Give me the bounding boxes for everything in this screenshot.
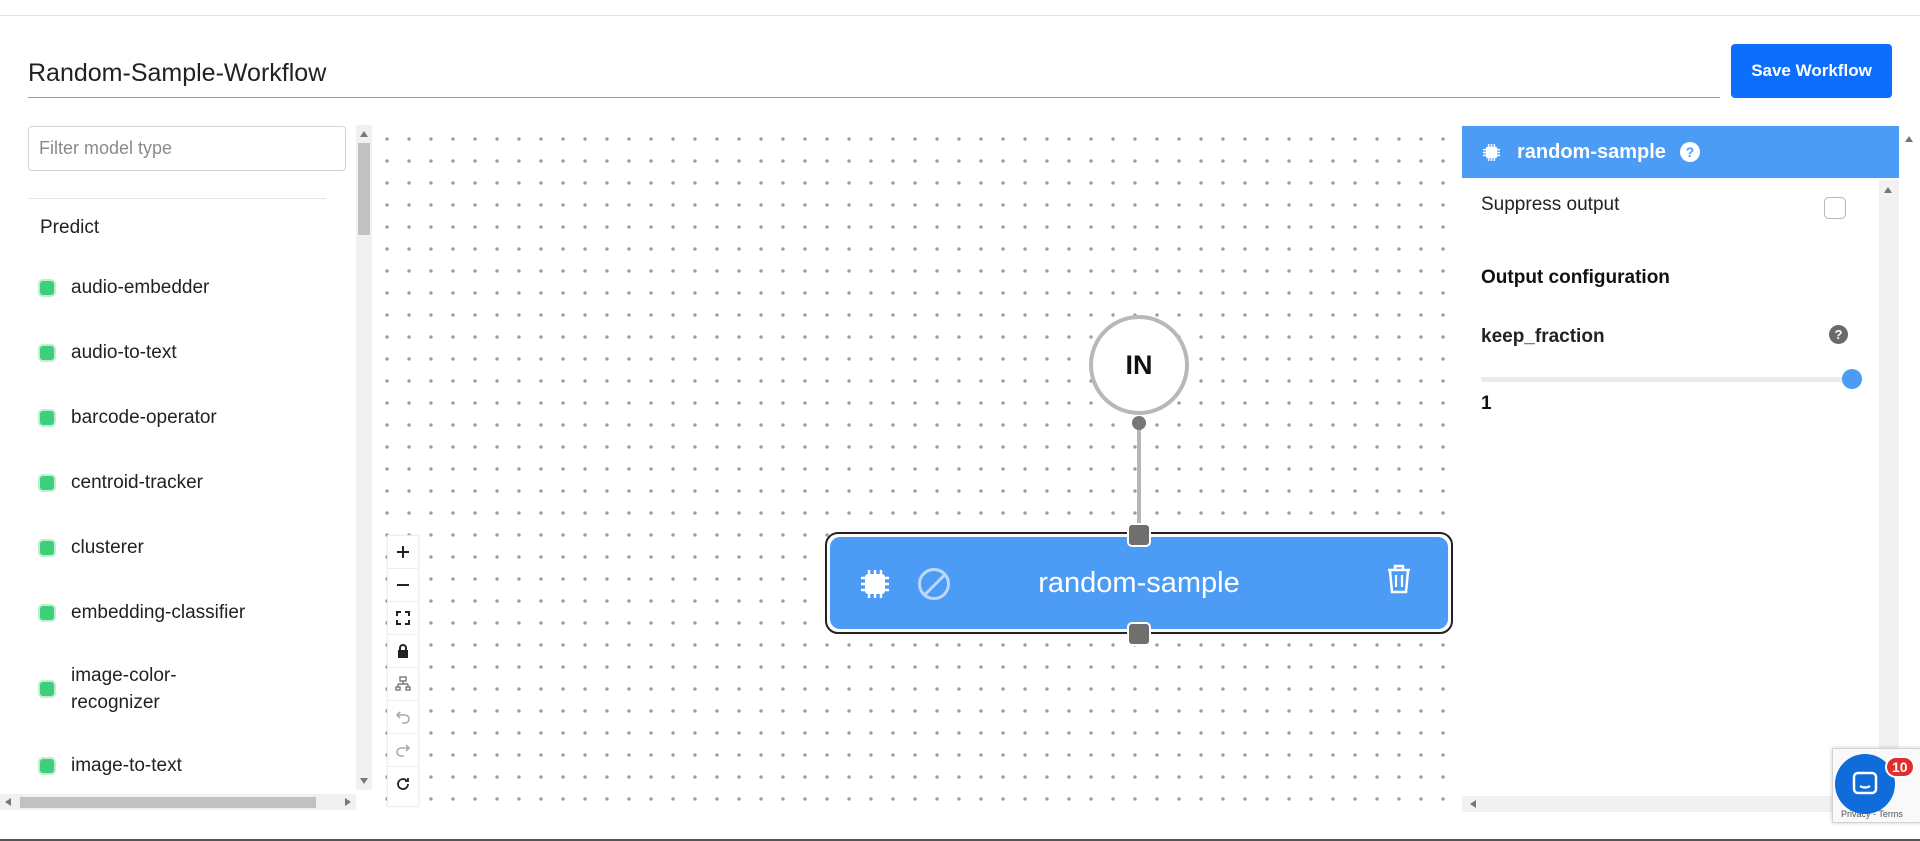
chip-icon bbox=[40, 605, 54, 620]
top-divider bbox=[0, 15, 1920, 16]
lock-button[interactable] bbox=[388, 635, 418, 668]
node-body: random-sample bbox=[830, 537, 1448, 629]
config-panel-scroll-track bbox=[1879, 180, 1899, 800]
scroll-left-arrow-icon[interactable] bbox=[1470, 800, 1476, 808]
filter-model-type-input[interactable] bbox=[28, 126, 346, 171]
keep-fraction-slider-track[interactable] bbox=[1481, 377, 1852, 382]
help-icon[interactable]: ? bbox=[1829, 325, 1848, 344]
undo-icon bbox=[395, 711, 410, 724]
node-input-handle[interactable] bbox=[1127, 523, 1151, 547]
sidebar-group-predict: Predict bbox=[40, 217, 100, 238]
reset-button[interactable] bbox=[388, 767, 418, 800]
chip-icon bbox=[40, 345, 54, 360]
scrollbar-thumb[interactable] bbox=[20, 797, 316, 808]
sidebar-item-label: image-to-text bbox=[71, 754, 182, 776]
sidebar-item-label: centroid-tracker bbox=[71, 471, 203, 493]
config-panel-title: random-sample bbox=[1517, 140, 1666, 163]
chip-icon bbox=[40, 758, 54, 773]
sidebar-item-image-color-recognizer[interactable]: image-color-recognizer bbox=[40, 645, 320, 733]
sidebar-horizontal-scrollbar[interactable] bbox=[0, 794, 356, 810]
canvas-controls bbox=[387, 535, 419, 807]
config-panel-vertical-scrollbar[interactable] bbox=[1884, 125, 1920, 785]
sidebar-item-label: clusterer bbox=[71, 536, 144, 558]
keep-fraction-slider-thumb[interactable] bbox=[1842, 369, 1862, 389]
zoom-in-button[interactable] bbox=[388, 536, 418, 569]
scroll-left-arrow-icon[interactable] bbox=[5, 798, 11, 806]
sidebar-item-label: audio-to-text bbox=[71, 341, 177, 363]
output-configuration-heading: Output configuration bbox=[1481, 267, 1670, 288]
sidebar-item-embedding-classifier[interactable]: embedding-classifier bbox=[40, 580, 320, 645]
model-type-sidebar: Predict audio-embedder audio-to-text bar… bbox=[0, 125, 372, 815]
chip-icon bbox=[1482, 143, 1501, 161]
suppress-output-checkbox[interactable] bbox=[1824, 197, 1846, 219]
chip-icon bbox=[40, 682, 54, 696]
zoom-out-button[interactable] bbox=[388, 569, 418, 602]
minus-icon bbox=[397, 584, 409, 586]
sidebar-item-centroid-tracker[interactable]: centroid-tracker bbox=[40, 450, 320, 515]
chip-icon bbox=[40, 540, 54, 555]
scroll-right-arrow-icon[interactable] bbox=[345, 798, 351, 806]
suppress-output-label: Suppress output bbox=[1481, 194, 1620, 215]
workflow-edge[interactable] bbox=[1137, 423, 1141, 535]
sidebar-item-label: barcode-operator bbox=[71, 406, 217, 428]
edge-source-handle[interactable] bbox=[1132, 416, 1146, 430]
auto-layout-button[interactable] bbox=[388, 668, 418, 701]
app-root: Save Workflow Predict audio-embedder aud… bbox=[0, 0, 1920, 841]
save-workflow-button[interactable]: Save Workflow bbox=[1731, 44, 1892, 98]
input-node-label: IN bbox=[1125, 349, 1153, 380]
scroll-up-arrow-icon[interactable] bbox=[1884, 187, 1892, 193]
workflow-canvas[interactable]: IN random-sample bbox=[373, 125, 1461, 815]
scroll-up-arrow-icon[interactable] bbox=[360, 131, 368, 137]
node-output-handle[interactable] bbox=[1127, 622, 1151, 646]
keep-fraction-label: keep_fraction bbox=[1481, 326, 1605, 347]
sidebar-item-audio-to-text[interactable]: audio-to-text bbox=[40, 320, 320, 385]
workflow-name-input[interactable] bbox=[28, 50, 1720, 98]
refresh-icon bbox=[397, 777, 409, 790]
chip-icon bbox=[40, 280, 54, 295]
sidebar-vertical-scrollbar[interactable] bbox=[356, 125, 372, 790]
redo-button[interactable] bbox=[388, 734, 418, 767]
scroll-up-arrow-icon[interactable] bbox=[1905, 136, 1913, 142]
plus-icon bbox=[397, 546, 409, 558]
random-sample-node[interactable]: random-sample bbox=[825, 532, 1453, 634]
chip-icon bbox=[40, 475, 54, 490]
node-title: random-sample bbox=[1038, 566, 1240, 599]
sidebar-item-barcode-operator[interactable]: barcode-operator bbox=[40, 385, 320, 450]
fit-view-icon bbox=[396, 611, 410, 625]
lock-icon bbox=[398, 644, 408, 658]
sidebar-item-image-to-text[interactable]: image-to-text bbox=[40, 733, 320, 798]
chip-icon bbox=[40, 410, 54, 425]
sidebar-divider bbox=[28, 198, 326, 199]
config-panel-header: random-sample ? bbox=[1462, 126, 1899, 178]
redo-icon bbox=[396, 744, 411, 757]
chat-unread-badge: 10 bbox=[1885, 756, 1915, 778]
sidebar-item-clusterer[interactable]: clusterer bbox=[40, 515, 320, 580]
help-icon[interactable]: ? bbox=[1679, 142, 1700, 162]
chat-icon bbox=[1852, 771, 1878, 795]
sidebar-item-audio-embedder[interactable]: audio-embedder bbox=[40, 255, 320, 320]
scrollbar-thumb[interactable] bbox=[358, 143, 370, 235]
scroll-down-arrow-icon[interactable] bbox=[360, 778, 368, 784]
fit-view-button[interactable] bbox=[388, 602, 418, 635]
keep-fraction-value: 1 bbox=[1481, 393, 1492, 414]
sidebar-item-label: embedding-classifier bbox=[71, 601, 246, 623]
node-config-panel: random-sample ? Suppress output Output c… bbox=[1462, 125, 1899, 815]
undo-button[interactable] bbox=[388, 701, 418, 734]
sidebar-item-label: audio-embedder bbox=[71, 276, 210, 298]
sidebar-item-label: image-color-recognizer bbox=[71, 665, 177, 713]
layout-tree-icon bbox=[395, 676, 411, 691]
model-type-list: audio-embedder audio-to-text barcode-ope… bbox=[40, 255, 320, 798]
trash-icon[interactable] bbox=[1385, 563, 1413, 595]
input-node[interactable]: IN bbox=[1089, 315, 1189, 415]
